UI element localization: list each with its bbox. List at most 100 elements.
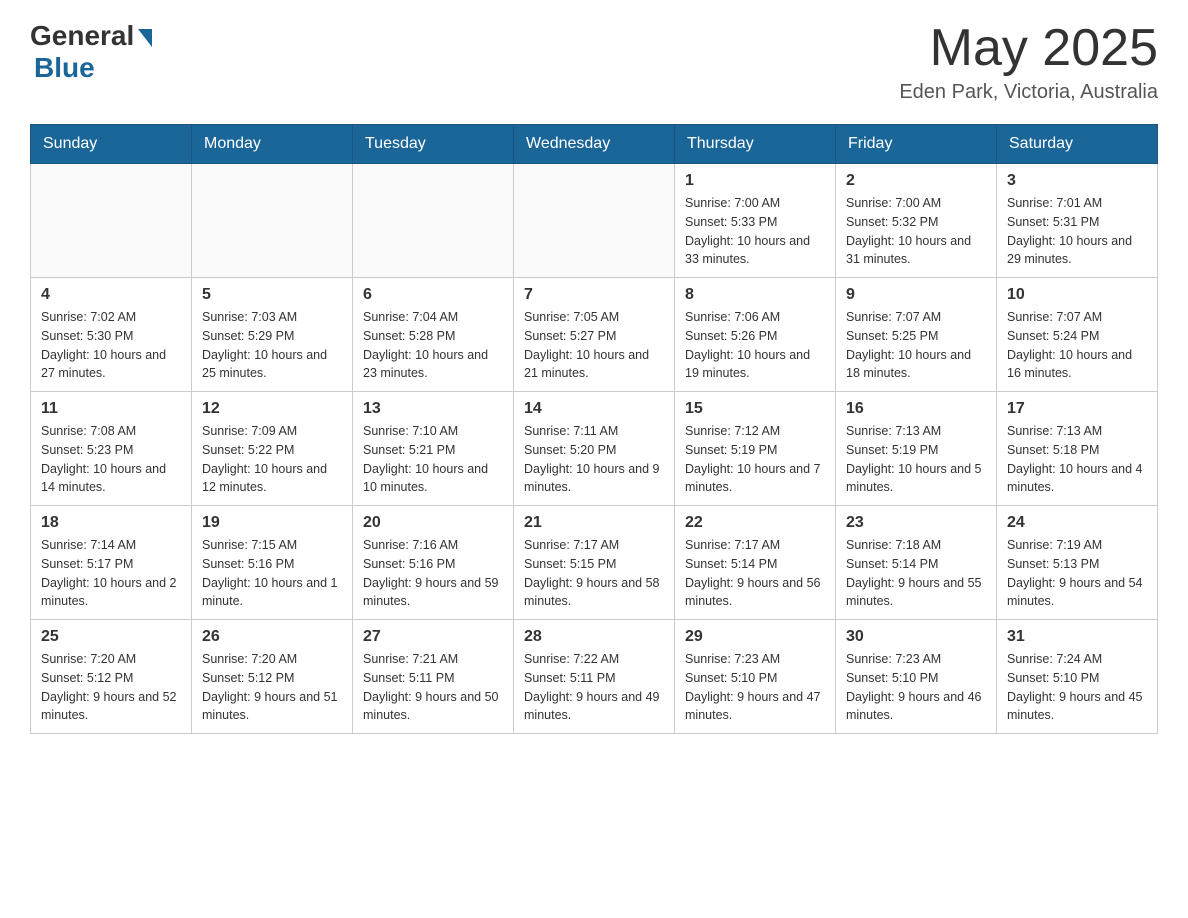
- calendar-cell: 17 Sunrise: 7:13 AM Sunset: 5:18 PM Dayli…: [997, 392, 1158, 506]
- day-info: Sunrise: 7:07 AM Sunset: 5:24 PM Dayligh…: [1007, 308, 1147, 383]
- calendar-cell: 24 Sunrise: 7:19 AM Sunset: 5:13 PM Dayli…: [997, 506, 1158, 620]
- day-number: 8: [685, 286, 825, 304]
- day-number: 7: [524, 286, 664, 304]
- day-number: 5: [202, 286, 342, 304]
- calendar-cell: 5 Sunrise: 7:03 AM Sunset: 5:29 PM Daylig…: [192, 278, 353, 392]
- calendar-cell: 12 Sunrise: 7:09 AM Sunset: 5:22 PM Dayli…: [192, 392, 353, 506]
- calendar-cell: [192, 164, 353, 278]
- day-info: Sunrise: 7:15 AM Sunset: 5:16 PM Dayligh…: [202, 536, 342, 611]
- calendar-cell: 27 Sunrise: 7:21 AM Sunset: 5:11 PM Dayli…: [353, 620, 514, 734]
- day-info: Sunrise: 7:20 AM Sunset: 5:12 PM Dayligh…: [41, 650, 181, 725]
- day-number: 2: [846, 172, 986, 190]
- calendar-cell: 30 Sunrise: 7:23 AM Sunset: 5:10 PM Dayli…: [836, 620, 997, 734]
- calendar-week-row: 1 Sunrise: 7:00 AM Sunset: 5:33 PM Daylig…: [31, 164, 1158, 278]
- day-number: 24: [1007, 514, 1147, 532]
- calendar-cell: 22Sunrise: 7:17 AM Sunset: 5:14 PM Dayli…: [675, 506, 836, 620]
- day-number: 10: [1007, 286, 1147, 304]
- day-number: 9: [846, 286, 986, 304]
- day-info: Sunrise: 7:08 AM Sunset: 5:23 PM Dayligh…: [41, 422, 181, 497]
- day-info: Sunrise: 7:00 AM Sunset: 5:33 PM Dayligh…: [685, 194, 825, 269]
- calendar-cell: 28 Sunrise: 7:22 AM Sunset: 5:11 PM Dayli…: [514, 620, 675, 734]
- calendar-cell: 13 Sunrise: 7:10 AM Sunset: 5:21 PM Dayli…: [353, 392, 514, 506]
- calendar-cell: 4Sunrise: 7:02 AM Sunset: 5:30 PM Daylig…: [31, 278, 192, 392]
- day-info: Sunrise: 7:12 AM Sunset: 5:19 PM Dayligh…: [685, 422, 825, 497]
- calendar-cell: 19 Sunrise: 7:15 AM Sunset: 5:16 PM Dayli…: [192, 506, 353, 620]
- calendar-cell: 16Sunrise: 7:13 AM Sunset: 5:19 PM Dayli…: [836, 392, 997, 506]
- calendar-week-row: 4Sunrise: 7:02 AM Sunset: 5:30 PM Daylig…: [31, 278, 1158, 392]
- day-info: Sunrise: 7:20 AM Sunset: 5:12 PM Dayligh…: [202, 650, 342, 725]
- day-info: Sunrise: 7:13 AM Sunset: 5:18 PM Dayligh…: [1007, 422, 1147, 497]
- day-info: Sunrise: 7:07 AM Sunset: 5:25 PM Dayligh…: [846, 308, 986, 383]
- day-number: 31: [1007, 628, 1147, 646]
- calendar-cell: 21 Sunrise: 7:17 AM Sunset: 5:15 PM Dayli…: [514, 506, 675, 620]
- day-info: Sunrise: 7:01 AM Sunset: 5:31 PM Dayligh…: [1007, 194, 1147, 269]
- calendar-cell: [353, 164, 514, 278]
- day-of-week-header: Sunday: [31, 125, 192, 164]
- calendar-cell: 20 Sunrise: 7:16 AM Sunset: 5:16 PM Dayli…: [353, 506, 514, 620]
- calendar-cell: 3 Sunrise: 7:01 AM Sunset: 5:31 PM Daylig…: [997, 164, 1158, 278]
- day-of-week-header: Friday: [836, 125, 997, 164]
- day-info: Sunrise: 7:05 AM Sunset: 5:27 PM Dayligh…: [524, 308, 664, 383]
- day-info: Sunrise: 7:03 AM Sunset: 5:29 PM Dayligh…: [202, 308, 342, 383]
- day-info: Sunrise: 7:17 AM Sunset: 5:15 PM Dayligh…: [524, 536, 664, 611]
- calendar-week-row: 25 Sunrise: 7:20 AM Sunset: 5:12 PM Dayli…: [31, 620, 1158, 734]
- day-of-week-header: Saturday: [997, 125, 1158, 164]
- day-number: 20: [363, 514, 503, 532]
- logo-blue-text: Blue: [34, 52, 95, 84]
- day-of-week-header: Monday: [192, 125, 353, 164]
- calendar-cell: 6Sunrise: 7:04 AM Sunset: 5:28 PM Daylig…: [353, 278, 514, 392]
- day-info: Sunrise: 7:13 AM Sunset: 5:19 PM Dayligh…: [846, 422, 986, 497]
- day-of-week-header: Thursday: [675, 125, 836, 164]
- day-number: 26: [202, 628, 342, 646]
- day-number: 23: [846, 514, 986, 532]
- day-number: 3: [1007, 172, 1147, 190]
- calendar-cell: 29 Sunrise: 7:23 AM Sunset: 5:10 PM Dayli…: [675, 620, 836, 734]
- calendar-cell: 26 Sunrise: 7:20 AM Sunset: 5:12 PM Dayli…: [192, 620, 353, 734]
- calendar-cell: 1 Sunrise: 7:00 AM Sunset: 5:33 PM Daylig…: [675, 164, 836, 278]
- day-number: 18: [41, 514, 181, 532]
- title-block: May 2025 Eden Park, Victoria, Australia: [899, 20, 1158, 104]
- logo: General Blue: [30, 20, 152, 84]
- day-number: 29: [685, 628, 825, 646]
- calendar-cell: 14Sunrise: 7:11 AM Sunset: 5:20 PM Dayli…: [514, 392, 675, 506]
- day-number: 12: [202, 400, 342, 418]
- day-number: 11: [41, 400, 181, 418]
- day-info: Sunrise: 7:23 AM Sunset: 5:10 PM Dayligh…: [685, 650, 825, 725]
- logo-general-text: General: [30, 20, 134, 52]
- day-number: 21: [524, 514, 664, 532]
- day-number: 15: [685, 400, 825, 418]
- calendar-week-row: 18Sunrise: 7:14 AM Sunset: 5:17 PM Dayli…: [31, 506, 1158, 620]
- day-info: Sunrise: 7:23 AM Sunset: 5:10 PM Dayligh…: [846, 650, 986, 725]
- day-info: Sunrise: 7:24 AM Sunset: 5:10 PM Dayligh…: [1007, 650, 1147, 725]
- day-number: 25: [41, 628, 181, 646]
- day-info: Sunrise: 7:09 AM Sunset: 5:22 PM Dayligh…: [202, 422, 342, 497]
- day-info: Sunrise: 7:16 AM Sunset: 5:16 PM Dayligh…: [363, 536, 503, 611]
- day-number: 30: [846, 628, 986, 646]
- day-info: Sunrise: 7:22 AM Sunset: 5:11 PM Dayligh…: [524, 650, 664, 725]
- day-info: Sunrise: 7:19 AM Sunset: 5:13 PM Dayligh…: [1007, 536, 1147, 611]
- calendar-cell: 11 Sunrise: 7:08 AM Sunset: 5:23 PM Dayli…: [31, 392, 192, 506]
- day-of-week-header: Tuesday: [353, 125, 514, 164]
- day-info: Sunrise: 7:04 AM Sunset: 5:28 PM Dayligh…: [363, 308, 503, 383]
- calendar-cell: 9 Sunrise: 7:07 AM Sunset: 5:25 PM Daylig…: [836, 278, 997, 392]
- logo-arrow-icon: [138, 29, 152, 47]
- day-number: 13: [363, 400, 503, 418]
- day-number: 27: [363, 628, 503, 646]
- day-info: Sunrise: 7:18 AM Sunset: 5:14 PM Dayligh…: [846, 536, 986, 611]
- day-info: Sunrise: 7:10 AM Sunset: 5:21 PM Dayligh…: [363, 422, 503, 497]
- day-number: 1: [685, 172, 825, 190]
- day-info: Sunrise: 7:21 AM Sunset: 5:11 PM Dayligh…: [363, 650, 503, 725]
- day-of-week-header: Wednesday: [514, 125, 675, 164]
- calendar-cell: [514, 164, 675, 278]
- calendar-cell: 10 Sunrise: 7:07 AM Sunset: 5:24 PM Dayli…: [997, 278, 1158, 392]
- day-number: 28: [524, 628, 664, 646]
- day-info: Sunrise: 7:00 AM Sunset: 5:32 PM Dayligh…: [846, 194, 986, 269]
- day-number: 19: [202, 514, 342, 532]
- calendar-cell: 2 Sunrise: 7:00 AM Sunset: 5:32 PM Daylig…: [836, 164, 997, 278]
- page-header: General Blue May 2025 Eden Park, Victori…: [30, 20, 1158, 104]
- calendar-cell: 7 Sunrise: 7:05 AM Sunset: 5:27 PM Daylig…: [514, 278, 675, 392]
- day-number: 17: [1007, 400, 1147, 418]
- calendar-cell: 23 Sunrise: 7:18 AM Sunset: 5:14 PM Dayli…: [836, 506, 997, 620]
- calendar-table: SundayMondayTuesdayWednesdayThursdayFrid…: [30, 124, 1158, 734]
- day-info: Sunrise: 7:02 AM Sunset: 5:30 PM Dayligh…: [41, 308, 181, 383]
